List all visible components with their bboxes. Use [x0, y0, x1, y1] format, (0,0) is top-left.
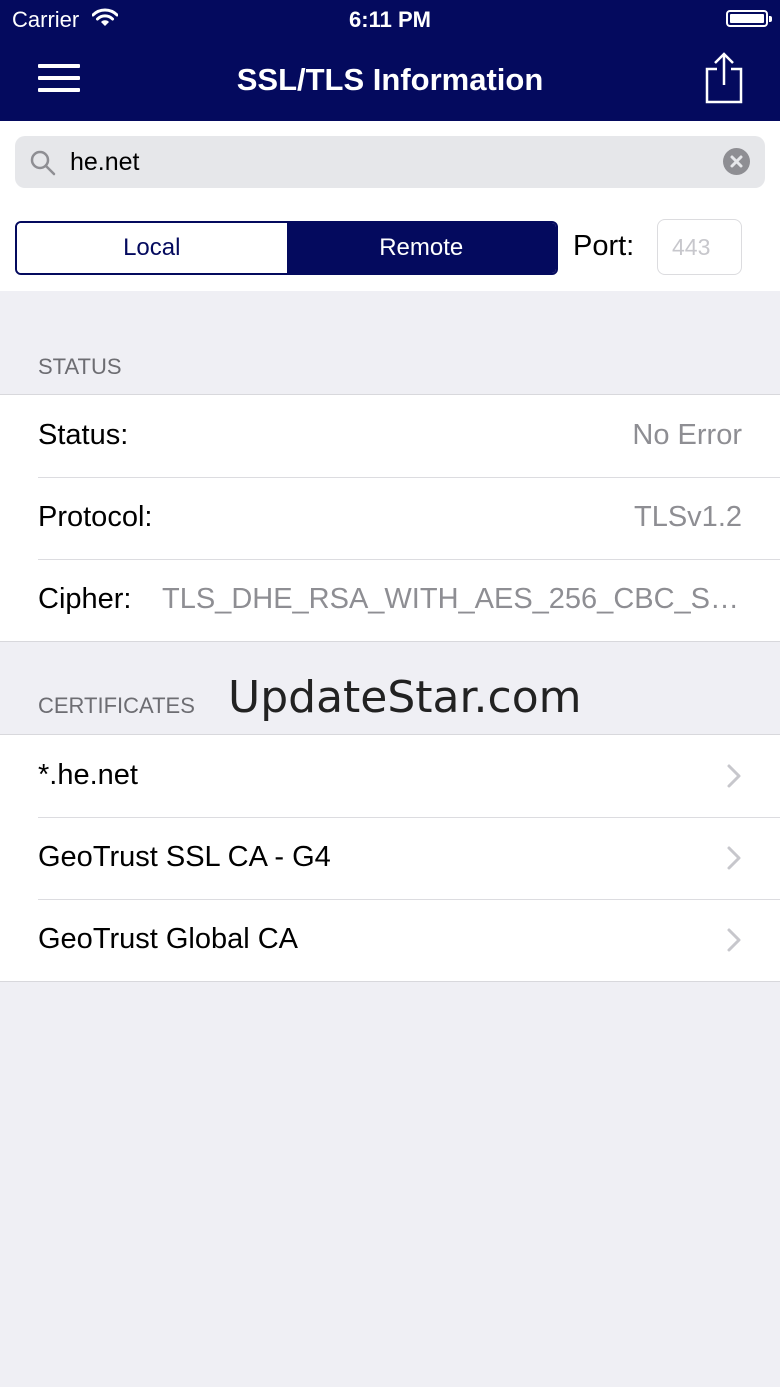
search-input[interactable] — [70, 144, 710, 180]
share-icon[interactable] — [704, 52, 744, 109]
certificate-name: GeoTrust Global CA — [38, 923, 299, 955]
mode-area: Local Remote Port: — [0, 201, 780, 291]
certificates-group: *.he.net GeoTrust SSL CA - G4 GeoTrust G… — [0, 734, 780, 982]
certificate-name: *.he.net — [38, 759, 138, 791]
cipher-row: Cipher: TLS_DHE_RSA_WITH_AES_256_CBC_SHA… — [0, 559, 780, 641]
port-label: Port: — [573, 230, 635, 262]
certificates-section-header: CERTIFICATES — [38, 693, 195, 718]
certificate-name: GeoTrust SSL CA - G4 — [38, 841, 331, 873]
certificate-row[interactable]: GeoTrust SSL CA - G4 — [0, 817, 780, 899]
battery-icon — [726, 10, 772, 27]
certificate-row[interactable]: *.he.net — [0, 735, 780, 817]
watermark-text: UpdateStar.com — [228, 672, 582, 723]
clock: 6:11 PM — [349, 7, 431, 32]
chevron-right-icon — [726, 845, 742, 876]
protocol-value: TLSv1.2 — [634, 501, 742, 533]
search-icon — [29, 149, 57, 182]
status-bar: Carrier 6:11 PM — [0, 0, 780, 40]
cipher-value: TLS_DHE_RSA_WITH_AES_256_CBC_SHA256 — [162, 583, 742, 615]
segment-remote[interactable]: Remote — [286, 223, 556, 273]
clear-icon[interactable] — [723, 148, 750, 175]
segment-local[interactable]: Local — [17, 223, 287, 273]
status-value: No Error — [632, 419, 742, 451]
status-label: Status: — [38, 419, 129, 451]
status-group: Status: No Error Protocol: TLSv1.2 Ciphe… — [0, 394, 780, 642]
certificate-row[interactable]: GeoTrust Global CA — [0, 899, 780, 981]
search-area — [0, 121, 780, 201]
status-section-header: STATUS — [38, 354, 122, 379]
local-remote-segmented-control: Local Remote — [15, 221, 558, 275]
status-row: Status: No Error — [0, 395, 780, 477]
navigation-bar: SSL/TLS Information — [0, 40, 780, 121]
chevron-right-icon — [726, 927, 742, 958]
port-input[interactable] — [657, 219, 742, 275]
protocol-label: Protocol: — [38, 501, 153, 533]
cipher-label: Cipher: — [38, 583, 132, 615]
chevron-right-icon — [726, 763, 742, 794]
protocol-row: Protocol: TLSv1.2 — [0, 477, 780, 559]
page-title: SSL/TLS Information — [236, 62, 544, 97]
search-bar — [15, 136, 765, 188]
